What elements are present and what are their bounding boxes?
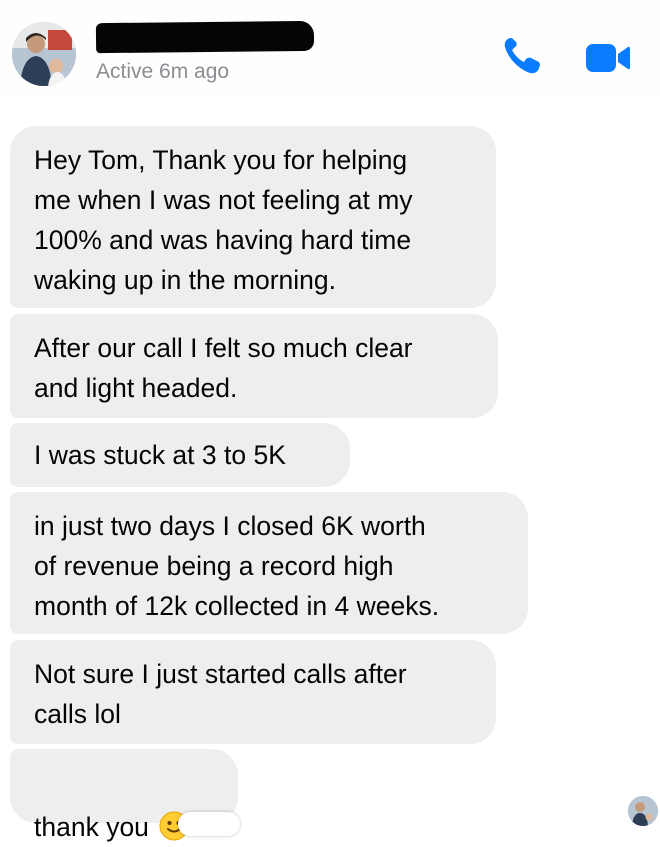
phone-icon (504, 38, 540, 74)
contact-name-redacted (95, 20, 315, 54)
message-bubble: I was stuck at 3 to 5K (10, 423, 350, 487)
chat-header: Active 6m ago (0, 0, 660, 100)
call-button[interactable] (500, 34, 546, 78)
message-bubble: After our call I felt so much clear and … (10, 314, 498, 418)
video-call-button[interactable] (584, 40, 632, 76)
message-text: thank you (34, 812, 149, 842)
message-bubble: in just two days I closed 6K worth of re… (10, 492, 528, 634)
active-status: Active 6m ago (96, 60, 230, 83)
message-bubble: Hey Tom, Thank you for helping me when I… (10, 126, 496, 308)
message-bubble: Not sure I just started calls after call… (10, 640, 496, 744)
contact-avatar[interactable] (12, 22, 76, 86)
reaction-badge[interactable] (178, 812, 240, 836)
video-camera-icon (586, 44, 630, 72)
seen-avatar (628, 796, 658, 826)
